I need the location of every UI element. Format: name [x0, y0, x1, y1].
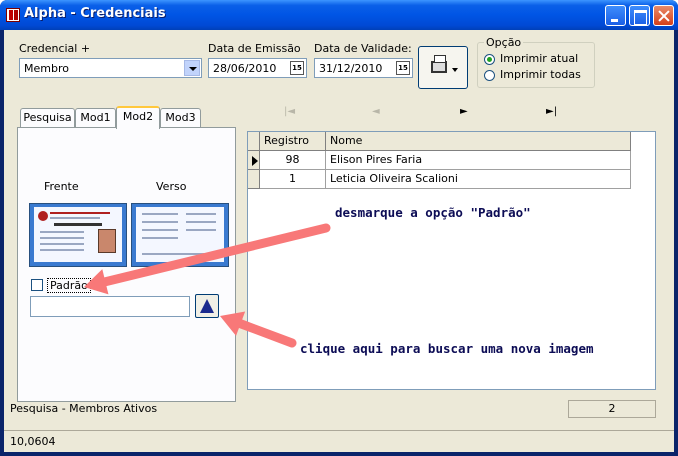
credencial-select[interactable]: Membro — [19, 58, 202, 78]
nav-first-button[interactable]: |◄ — [284, 106, 295, 117]
image-path-field[interactable] — [30, 296, 190, 317]
opcao-group: Opção Imprimir atual Imprimir todas — [477, 36, 595, 88]
close-button[interactable] — [653, 5, 674, 26]
table-row[interactable]: Elison Pires Faria — [326, 151, 631, 170]
current-row-icon — [252, 156, 258, 166]
tab-pesquisa[interactable]: Pesquisa — [20, 108, 75, 128]
status-text: Pesquisa - Membros Ativos — [10, 402, 158, 415]
calendar-icon[interactable]: 15 — [290, 61, 304, 75]
nav-prev-button[interactable]: ◄ — [372, 106, 380, 117]
tab-mod3[interactable]: Mod3 — [160, 108, 201, 128]
record-count: 2 — [568, 400, 656, 418]
title-bar[interactable]: Alpha - Credenciais — [0, 0, 678, 30]
annotation-click: clique aqui para buscar uma nova imagem — [300, 341, 594, 356]
opcao-legend: Opção — [484, 36, 524, 49]
app-window: Alpha - Credenciais Credencial + Membro … — [0, 0, 678, 456]
minimize-button[interactable] — [605, 5, 626, 26]
nav-last-button[interactable]: ►| — [546, 106, 557, 117]
radio-imprimir-todas[interactable] — [484, 70, 495, 81]
credencial-value: Membro — [24, 62, 69, 75]
table-row[interactable]: 98 — [260, 151, 326, 170]
credential-front-image — [29, 203, 127, 267]
browse-image-button[interactable] — [195, 294, 219, 318]
column-header-registro[interactable]: Registro — [260, 132, 326, 151]
calendar-icon[interactable]: 15 — [396, 61, 410, 75]
tab-mod1[interactable]: Mod1 — [75, 108, 116, 128]
print-button[interactable] — [418, 46, 468, 89]
printer-icon — [431, 55, 447, 73]
grid-corner — [248, 132, 260, 151]
padrao-label: Padrão — [47, 278, 91, 293]
validade-date-field[interactable]: 31/12/2010 15 — [314, 58, 413, 78]
column-header-nome[interactable]: Nome — [326, 132, 631, 151]
radio-imprimir-todas-label: Imprimir todas — [500, 68, 581, 81]
emissao-label: Data de Emissão — [208, 42, 301, 55]
row-indicator — [248, 170, 260, 189]
row-indicator — [248, 151, 260, 170]
app-book-icon — [6, 8, 20, 22]
table-row[interactable]: Leticia Oliveira Scalioni — [326, 170, 631, 189]
chevron-down-icon[interactable] — [184, 60, 200, 76]
radio-imprimir-atual-label: Imprimir atual — [500, 52, 579, 65]
window-client-area: Credencial + Membro Data de Emissão 28/0… — [4, 30, 674, 452]
nav-next-button[interactable]: ► — [460, 106, 468, 117]
caret-down-icon — [452, 68, 458, 72]
window-title: Alpha - Credenciais — [24, 6, 166, 21]
status-bar: 10,0604 — [4, 430, 674, 452]
annotation-uncheck: desmarque a opção "Padrão" — [335, 205, 531, 220]
frente-label: Frente — [44, 180, 79, 193]
verso-label: Verso — [156, 180, 187, 193]
validade-value: 31/12/2010 — [319, 62, 383, 75]
validade-label: Data de Validade: — [314, 42, 412, 55]
maximize-button[interactable] — [629, 5, 650, 26]
emissao-date-field[interactable]: 28/06/2010 15 — [208, 58, 307, 78]
radio-imprimir-atual[interactable] — [484, 54, 495, 65]
credential-back-image — [131, 203, 229, 267]
credencial-label: Credencial + — [19, 42, 91, 55]
table-row[interactable]: 1 — [260, 170, 326, 189]
status-bar-text: 10,0604 — [10, 435, 56, 448]
emissao-value: 28/06/2010 — [213, 62, 277, 75]
tab-mod2[interactable]: Mod2 — [116, 106, 160, 129]
padrao-checkbox[interactable] — [31, 279, 43, 291]
